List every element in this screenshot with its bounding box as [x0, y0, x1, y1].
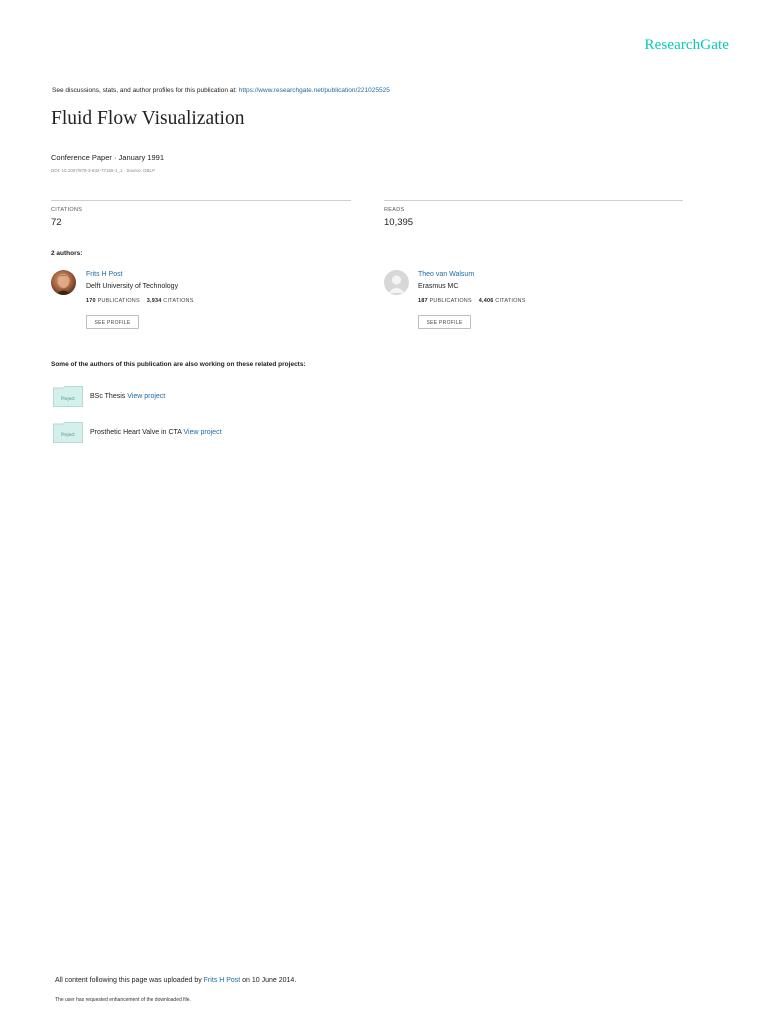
discussion-line: See discussions, stats, and author profi…	[52, 87, 390, 94]
researchgate-logo[interactable]: ResearchGate	[645, 37, 729, 54]
related-projects-label: Some of the authors of this publication …	[51, 361, 306, 368]
view-project-link[interactable]: View project	[184, 429, 222, 436]
see-profile-button[interactable]: SEE PROFILE	[418, 315, 471, 329]
project-icon-label: Project	[61, 396, 75, 401]
author-publications-label: PUBLICATIONS	[429, 298, 472, 304]
project-item: Prosthetic Heart Valve in CTA View proje…	[90, 429, 222, 436]
project-name: BSc Thesis	[90, 393, 126, 400]
discussion-text: See discussions, stats, and author profi…	[52, 87, 239, 94]
citations-divider	[51, 200, 351, 201]
doi-source: DOI: 10.1007/978-3-642-77165-1_1 · Sourc…	[51, 168, 156, 173]
project-folder-icon[interactable]: Project	[53, 422, 83, 443]
project-item: BSc Thesis View project	[90, 393, 165, 400]
author-photo-icon	[56, 274, 71, 295]
author-publications-label: PUBLICATIONS	[97, 298, 140, 304]
upload-note: All content following this page was uplo…	[55, 977, 296, 984]
folder-icon: Project	[53, 386, 83, 407]
avatar[interactable]	[384, 270, 409, 295]
author-institution: Delft University of Technology	[86, 283, 179, 290]
uploader-link[interactable]: Frits H Post	[204, 977, 241, 984]
author-citations-label: CITATIONS	[163, 298, 194, 304]
project-folder-icon[interactable]: Project	[53, 386, 83, 407]
user-placeholder-icon	[388, 275, 405, 293]
authors-label: 2 authors:	[51, 250, 83, 257]
author-name-link[interactable]: Theo van Walsum	[418, 271, 474, 278]
upload-suffix: on 10 June 2014.	[240, 977, 297, 984]
author-citations-count: 4,406	[478, 298, 494, 304]
author-citations-label: CITATIONS	[495, 298, 526, 304]
reads-divider	[384, 200, 683, 201]
author-institution: Erasmus MC	[418, 283, 459, 290]
see-profile-button[interactable]: SEE PROFILE	[86, 315, 139, 329]
citations-value: 72	[51, 217, 62, 228]
avatar[interactable]	[51, 270, 76, 295]
citations-label: CITATIONS	[51, 207, 83, 213]
project-name: Prosthetic Heart Valve in CTA	[90, 429, 182, 436]
author-publications-count: 170	[86, 298, 96, 304]
reads-label: READS	[384, 207, 405, 213]
project-icon-label: Project	[61, 432, 75, 437]
author-stats: 187 PUBLICATIONS 4,406 CITATIONS	[418, 298, 526, 304]
author-citations-count: 3,934	[146, 298, 162, 304]
upload-prefix: All content following this page was uplo…	[55, 977, 204, 984]
author-name-link[interactable]: Frits H Post	[86, 271, 123, 278]
author-stats: 170 PUBLICATIONS 3,934 CITATIONS	[86, 298, 194, 304]
publication-type-date: Conference Paper · January 1991	[51, 153, 164, 162]
page-title: Fluid Flow Visualization	[51, 108, 245, 129]
author-publications-count: 187	[418, 298, 428, 304]
enhancement-note: The user has requested enhancement of th…	[55, 997, 191, 1003]
folder-icon: Project	[53, 422, 83, 443]
reads-value: 10,395	[384, 217, 414, 228]
publication-url-link[interactable]: https://www.researchgate.net/publication…	[239, 87, 390, 94]
view-project-link[interactable]: View project	[127, 393, 165, 400]
